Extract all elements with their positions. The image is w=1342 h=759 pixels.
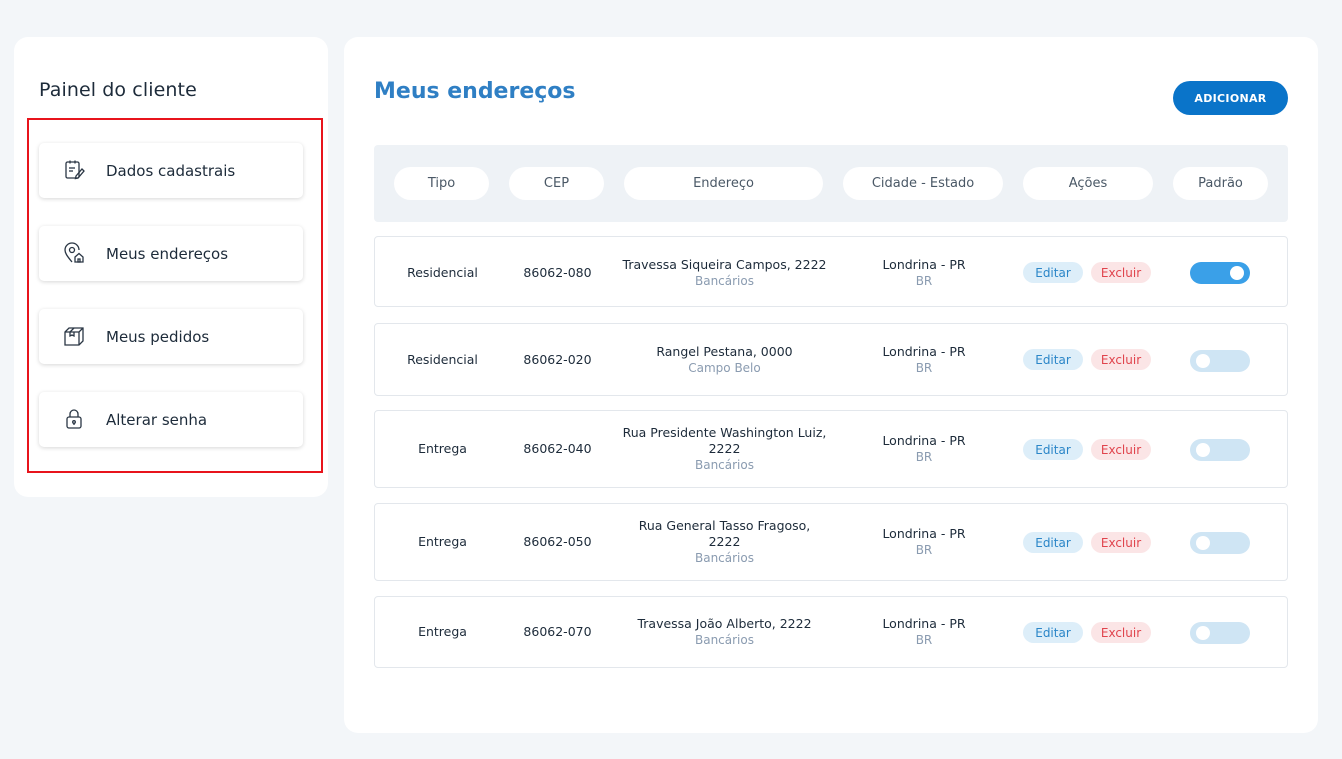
menu-item-label: Alterar senha: [106, 410, 208, 429]
column-header-endereco: Endereço: [624, 167, 823, 200]
delete-button[interactable]: Excluir: [1091, 349, 1151, 370]
location-home-icon: [63, 242, 85, 264]
bairro-text: Campo Belo: [688, 360, 761, 375]
menu-item-label: Meus endereços: [106, 244, 229, 263]
default-toggle[interactable]: [1190, 439, 1250, 461]
cidade-cell: Londrina - PR BR: [864, 504, 984, 580]
default-toggle[interactable]: [1190, 532, 1250, 554]
tipo-cell: Entrega: [418, 624, 467, 639]
endereco-line-2: 2222: [708, 441, 741, 456]
toggle-knob: [1196, 354, 1210, 368]
endereco-cell: Travessa Siqueira Campos, 2222 Bancários: [610, 237, 839, 308]
pais-text: BR: [915, 273, 933, 288]
endereco-cell: Rangel Pestana, 0000 Campo Belo: [610, 324, 839, 395]
cidade-cell: Londrina - PR BR: [864, 597, 984, 667]
delete-button[interactable]: Excluir: [1091, 622, 1151, 643]
edit-button[interactable]: Editar: [1023, 262, 1083, 283]
table-row: Residencial 86062-020 Rangel Pestana, 00…: [374, 323, 1288, 396]
column-header-cep: CEP: [509, 167, 604, 200]
tipo-cell: Entrega: [418, 534, 467, 549]
cidade-text: Londrina - PR: [882, 256, 966, 272]
tipo-cell: Entrega: [418, 441, 467, 456]
cidade-text: Londrina - PR: [882, 433, 966, 448]
table-row: Entrega 86062-070 Travessa João Alberto,…: [374, 596, 1288, 668]
delete-button[interactable]: Excluir: [1091, 439, 1151, 460]
delete-button[interactable]: Excluir: [1091, 262, 1151, 283]
menu-item-meus-pedidos[interactable]: Meus pedidos: [39, 309, 303, 364]
cidade-cell: Londrina - PR BR: [864, 411, 984, 487]
lock-icon: [63, 408, 85, 430]
endereco-cell: Rua Presidente Washington Luiz, 2222 Ban…: [610, 411, 839, 487]
cep-cell: 86062-050: [523, 534, 592, 549]
cidade-text: Londrina - PR: [882, 616, 966, 631]
column-header-acoes: Ações: [1023, 167, 1153, 200]
form-edit-icon: [63, 159, 85, 181]
bairro-text: Bancários: [694, 633, 754, 647]
pais-text: BR: [915, 543, 933, 557]
menu-item-meus-enderecos[interactable]: Meus endereços: [39, 226, 303, 281]
default-toggle[interactable]: [1190, 622, 1250, 644]
cidade-cell: Londrina - PR BR: [864, 237, 984, 308]
tipo-cell: Residencial: [407, 351, 478, 367]
endereco-cell: Rua General Tasso Fragoso, 2222 Bancário…: [610, 504, 839, 580]
tipo-cell: Residencial: [407, 264, 478, 280]
edit-button[interactable]: Editar: [1023, 349, 1083, 370]
column-header-padrao: Padrão: [1173, 167, 1268, 200]
edit-button[interactable]: Editar: [1023, 439, 1083, 460]
edit-button[interactable]: Editar: [1023, 532, 1083, 553]
cep-cell: 86062-020: [523, 351, 592, 367]
addresses-panel: Meus endereços ADICIONAR Tipo CEP Endere…: [344, 37, 1318, 733]
pais-text: BR: [915, 450, 933, 464]
pais-text: BR: [915, 360, 933, 375]
edit-button[interactable]: Editar: [1023, 622, 1083, 643]
endereco-line: Travessa Siqueira Campos, 2222: [622, 256, 827, 272]
toggle-knob: [1196, 536, 1210, 550]
cidade-text: Londrina - PR: [882, 343, 966, 359]
endereco-line: Rangel Pestana, 0000: [656, 343, 793, 359]
table-row: Entrega 86062-040 Rua Presidente Washing…: [374, 410, 1288, 488]
menu-item-alterar-senha[interactable]: Alterar senha: [39, 392, 303, 447]
table-header: Tipo CEP Endereço Cidade - Estado Ações …: [374, 145, 1288, 222]
column-header-tipo: Tipo: [394, 167, 489, 200]
bairro-text: Bancários: [694, 458, 754, 472]
menu-item-label: Dados cadastrais: [106, 161, 236, 180]
delete-button[interactable]: Excluir: [1091, 532, 1151, 553]
endereco-line-2: 2222: [708, 534, 741, 549]
default-toggle[interactable]: [1190, 262, 1250, 284]
pais-text: BR: [915, 633, 933, 647]
toggle-knob: [1230, 266, 1244, 280]
page-title: Meus endereços: [374, 79, 576, 104]
menu-item-dados-cadastrais[interactable]: Dados cadastrais: [39, 143, 303, 198]
endereco-cell: Travessa João Alberto, 2222 Bancários: [610, 597, 839, 667]
column-header-cidade-estado: Cidade - Estado: [843, 167, 1003, 200]
cep-cell: 86062-080: [523, 264, 592, 280]
cep-cell: 86062-040: [523, 441, 592, 456]
menu-item-label: Meus pedidos: [106, 327, 210, 346]
toggle-knob: [1196, 626, 1210, 640]
endereco-line: Rua General Tasso Fragoso,: [638, 518, 811, 533]
bairro-text: Bancários: [694, 273, 754, 288]
add-address-button[interactable]: ADICIONAR: [1173, 81, 1288, 115]
cidade-cell: Londrina - PR BR: [864, 324, 984, 395]
box-icon: [63, 325, 85, 347]
toggle-knob: [1196, 443, 1210, 457]
cidade-text: Londrina - PR: [882, 526, 966, 541]
default-toggle[interactable]: [1190, 350, 1250, 372]
endereco-line: Rua Presidente Washington Luiz,: [622, 425, 827, 440]
client-panel-sidebar: Painel do cliente Dados cadastrais Meus …: [14, 37, 328, 497]
endereco-line: Travessa João Alberto, 2222: [637, 616, 812, 631]
bairro-text: Bancários: [694, 551, 754, 565]
sidebar-title: Painel do cliente: [39, 79, 197, 101]
table-row: Entrega 86062-050 Rua General Tasso Frag…: [374, 503, 1288, 581]
cep-cell: 86062-070: [523, 624, 592, 639]
table-row: Residencial 86062-080 Travessa Siqueira …: [374, 236, 1288, 307]
